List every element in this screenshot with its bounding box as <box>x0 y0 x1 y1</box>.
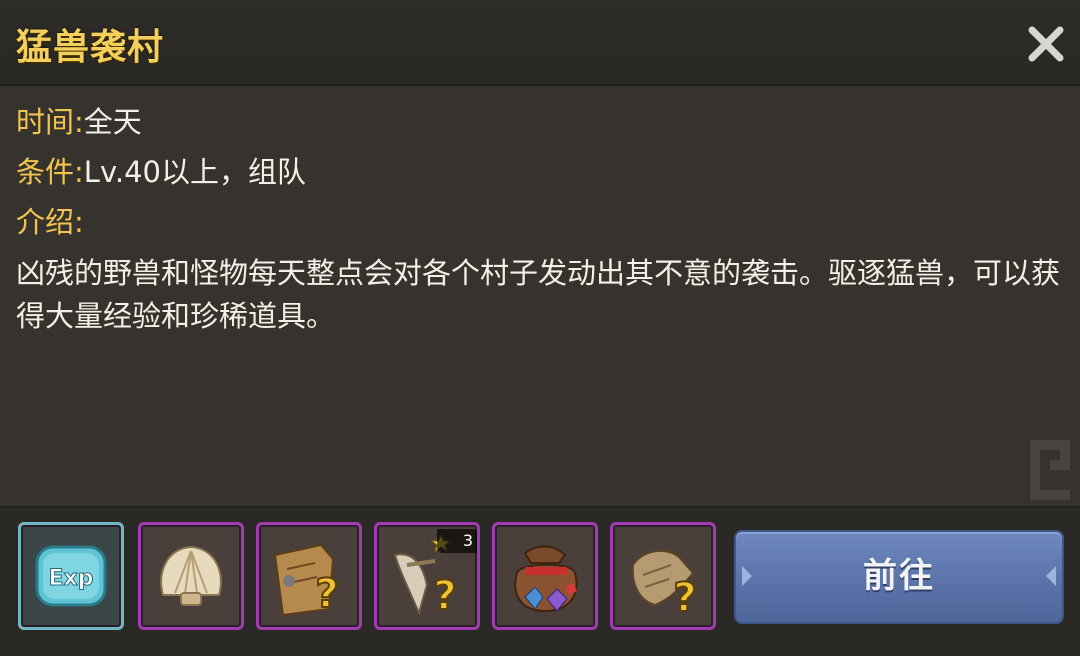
intro-row: 介绍: <box>16 200 1066 250</box>
condition-value: Lv.40以上，组队 <box>83 155 306 189</box>
svg-text:?: ? <box>673 575 696 621</box>
reward-slot-gem-bag[interactable] <box>492 522 598 630</box>
reward-slot-weapon[interactable]: ? 3 <box>374 522 480 630</box>
time-row: 时间:全天 <box>16 100 1066 150</box>
reward-slot-map[interactable]: ? <box>256 522 362 630</box>
mystery-scroll-icon: ? <box>631 549 698 622</box>
right-chevron-icon <box>1046 566 1056 586</box>
time-label: 时间: <box>16 105 84 139</box>
dialog-title: 猛兽袭村 <box>16 27 165 68</box>
info-section: 时间:全天 条件:Lv.40以上，组队 介绍: <box>16 100 1066 250</box>
reward-count-badge: 3 <box>437 529 477 553</box>
reward-slot-shell[interactable] <box>138 522 244 630</box>
exp-icon: Exp <box>35 545 107 607</box>
svg-text:?: ? <box>315 571 338 617</box>
time-value: 全天 <box>83 105 142 139</box>
reward-slot-exp[interactable]: Exp <box>18 522 124 630</box>
condition-row: 条件:Lv.40以上，组队 <box>16 150 1066 200</box>
event-description: 凶残的野兽和怪物每天整点会对各个村子发动出其不意的袭击。驱逐猛兽，可以获得大量经… <box>16 256 1061 333</box>
go-button-label: 前往 <box>863 556 935 596</box>
gem-bag-icon <box>514 545 578 613</box>
close-button[interactable] <box>1024 22 1068 66</box>
svg-text:Exp: Exp <box>49 566 94 591</box>
close-x-icon <box>1028 26 1064 62</box>
go-button[interactable]: 前往 <box>734 530 1064 624</box>
mystery-map-icon: ? <box>273 543 340 618</box>
event-dialog: 猛兽袭村 时间:全天 条件:Lv.40以上，组队 介绍: 凶残的野兽和怪物每天整… <box>0 0 1080 656</box>
condition-label: 条件: <box>16 155 84 189</box>
intro-label: 介绍: <box>16 205 84 239</box>
svg-text:?: ? <box>433 573 456 619</box>
title-bar: 猛兽袭村 <box>0 0 1080 86</box>
shell-icon <box>160 545 222 606</box>
reward-slot-scroll[interactable]: ? <box>610 522 716 630</box>
watermark-logo-icon <box>1030 440 1070 500</box>
